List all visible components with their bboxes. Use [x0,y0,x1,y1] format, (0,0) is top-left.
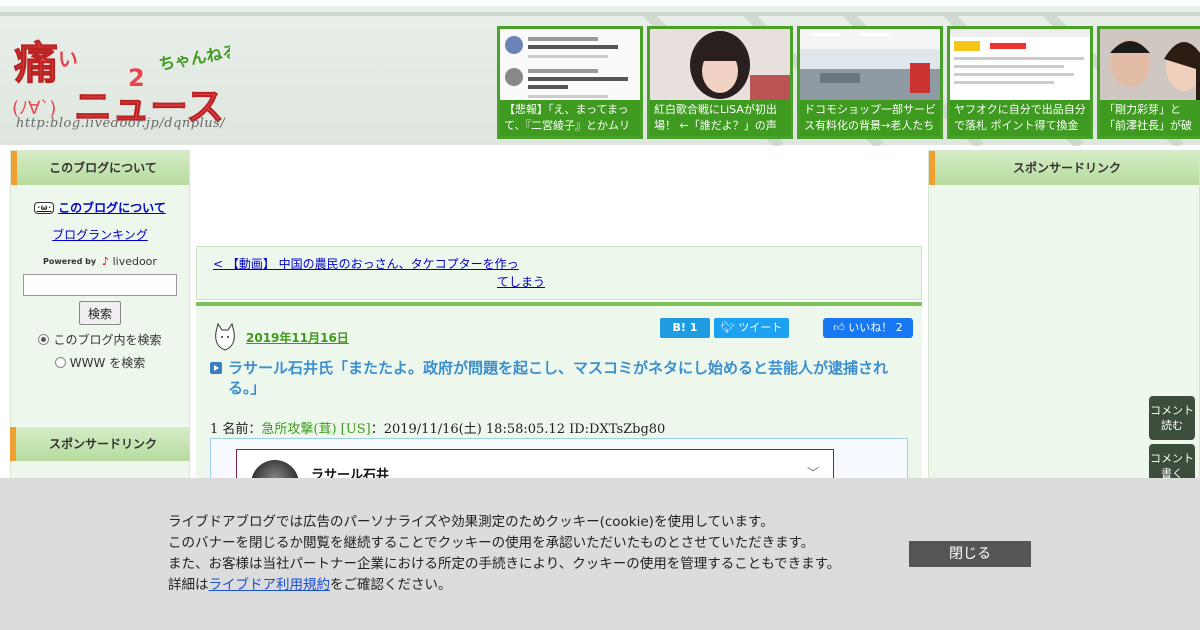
res-name: 急所攻撃(茸) [US] [261,422,371,437]
powered-by-label: Powered by [43,257,97,266]
site-header: 痛 い ちゃんねる 2 (ﾉ∀`) ニュース http:blog.livedoo… [0,0,1200,146]
prev-link-line1: < 【動画】 中国の農民のおっさん、タケコプターを作っ [213,257,519,271]
cookie-text: ライブドアブログでは広告のパーソナライズや効果測定のためクッキー(cookie)… [168,512,888,596]
article-title-text: ラサール石井氏「またたよ。政府が問題を起こし、マスコミがネタにし始めると芸能人が… [228,359,889,397]
radio-icon [54,357,66,368]
ad-space [196,150,922,244]
thumb-caption: ドコモショップ一部サービス有料化の背景→老人たち [800,100,940,136]
radio-blog-label: このブログ内を検索 [53,333,162,347]
cookie-line-4-suffix: をご確認ください。 [330,577,452,593]
svg-text:痛: 痛 [14,38,58,89]
hatena-bookmark-button[interactable]: B! 1 [660,318,710,338]
thumb-image-webpage [950,29,1090,106]
svg-text:い: い [58,47,78,71]
radio-www-label: WWW を検索 [69,356,146,370]
article-date-row: 2019年11月16日 [212,322,349,352]
cat-mascot-icon [215,322,235,351]
res-meta: ：2019/11/16(土) 18:58:05.12 ID:DXTsZbg80 [370,422,666,437]
main-content: < 【動画】 中国の農民のおっさん、タケコプターを作っ てしまう 2019年11… [196,150,922,508]
read-comments-button[interactable]: コメント読む [1149,396,1195,440]
thumb-caption: ヤフオクに自分で出品自分で落札 ポイント得て換金 [950,100,1090,136]
cookie-banner: ライブドアブログでは広告のパーソナライズや効果測定のためクッキー(cookie)… [0,478,1200,630]
thumb-image-shop [800,29,940,106]
radio-icon-selected [38,334,50,345]
like-button-label: いいね！ 2 [848,321,903,334]
sidebar-title-sponsor-right: スポンサードリンク [929,151,1199,185]
thumb-item[interactable]: ドコモショップ一部サービス有料化の背景→老人たち [797,26,943,139]
facebook-like-button[interactable]: 👍︎ いいね！ 2 [823,318,913,338]
search-input[interactable] [23,274,177,296]
article: 2019年11月16日 B! 1 🐦︎ ツイート 👍︎ いいね！ 2 ラサール石… [196,302,922,508]
logo-url: http:blog.livedoor.jp/dqnplus/ [16,116,226,131]
prev-article-nav: < 【動画】 中国の農民のおっさん、タケコプターを作っ てしまう [196,246,922,300]
livedoor-logo: ♪ livedoor [102,255,157,268]
left-sidebar: このブログについて ･ω･ このブログについて ブログランキング Powered… [10,150,190,490]
prev-article-link[interactable]: < 【動画】 中国の農民のおっさん、タケコプターを作っ てしまう [213,255,545,291]
radio-search-blog[interactable]: このブログ内を検索 [21,331,179,348]
thumb-item[interactable]: ヤフオクに自分で出品自分で落札 ポイント得て換金 [947,26,1093,139]
article-date[interactable]: 2019年11月16日 [246,329,349,346]
thumb-item[interactable]: 紅白歌合戦にLiSAが初出場！ ←「誰だよ？」の声 [647,26,793,139]
face-icon: ･ω･ [34,201,55,214]
twitter-bird-icon: 🐦︎ [720,321,735,334]
cookie-line-4-prefix: 詳細は [168,577,209,593]
about-link[interactable]: ･ω･ このブログについて [21,199,179,216]
powered-by-livedoor[interactable]: Powered by ♪ livedoor [21,255,179,268]
thumb-caption: 「剛力彩芽」と「前澤社長」が破局 [1100,100,1200,136]
cookie-close-button[interactable]: 閉じる [909,541,1031,567]
cookie-line-1: ライブドアブログでは広告のパーソナライズや効果測定のためクッキー(cookie)… [168,514,774,530]
cookie-line-3: また、お客様は当社パートナー企業における所定の手続きにより、クッキーの使用を管理… [168,556,841,572]
search-button[interactable]: 検索 [79,301,121,325]
svg-text:ちゃんねる: ちゃんねる [157,41,230,74]
related-thumbnails: 【悲報】「え、まってまって、『二宮綾子』とかムリ 紅白歌合戦にLiSAが初出場！… [497,26,1200,139]
thumb-image-portrait [650,29,790,106]
cookie-line-4: 詳細はライブドア利用規約をご確認ください。 [168,575,888,596]
article-title[interactable]: ラサール石井氏「またたよ。政府が問題を起こし、マスコミがネタにし始めると芸能人が… [210,358,910,398]
thumbs-up-icon: 👍︎ [833,321,845,334]
prev-link-line2: てしまう [496,275,545,289]
tweet-button[interactable]: 🐦︎ ツイート [714,318,789,338]
res-prefix: 1 名前： [210,422,262,437]
thumb-item[interactable]: 【悲報】「え、まってまって、『二宮綾子』とかムリ [497,26,643,139]
thumb-image-couple [1100,29,1200,106]
cookie-line-2: このバナーを閉じるか閲覧を継続することでクッキーの使用を承認いただいたものとさせ… [168,535,815,551]
sidebar-title-about: このブログについて [11,151,189,185]
about-widget: ･ω･ このブログについて ブログランキング Powered by ♪ live… [11,185,189,385]
thumb-caption: 【悲報】「え、まってまって、『二宮綾子』とかムリ [500,100,640,136]
thumb-item[interactable]: 「剛力彩芽」と「前澤社長」が破局 [1097,26,1200,139]
response-header: 1 名前：急所攻撃(茸) [US]：2019/11/16(土) 18:58:05… [210,418,665,437]
sidebar-title-sponsor: スポンサードリンク [10,427,190,461]
terms-link[interactable]: ライブドア利用規約 [209,577,331,593]
thumb-caption: 紅白歌合戦にLiSAが初出場！ ←「誰だよ？」の声 [650,100,790,136]
ranking-link[interactable]: ブログランキング [21,226,179,243]
play-icon [210,362,222,374]
tweet-button-label: ツイート [738,321,783,334]
thumb-image-tweets [500,29,640,106]
about-link-text: このブログについて [58,201,166,215]
radio-search-www[interactable]: WWW を検索 [21,354,179,371]
